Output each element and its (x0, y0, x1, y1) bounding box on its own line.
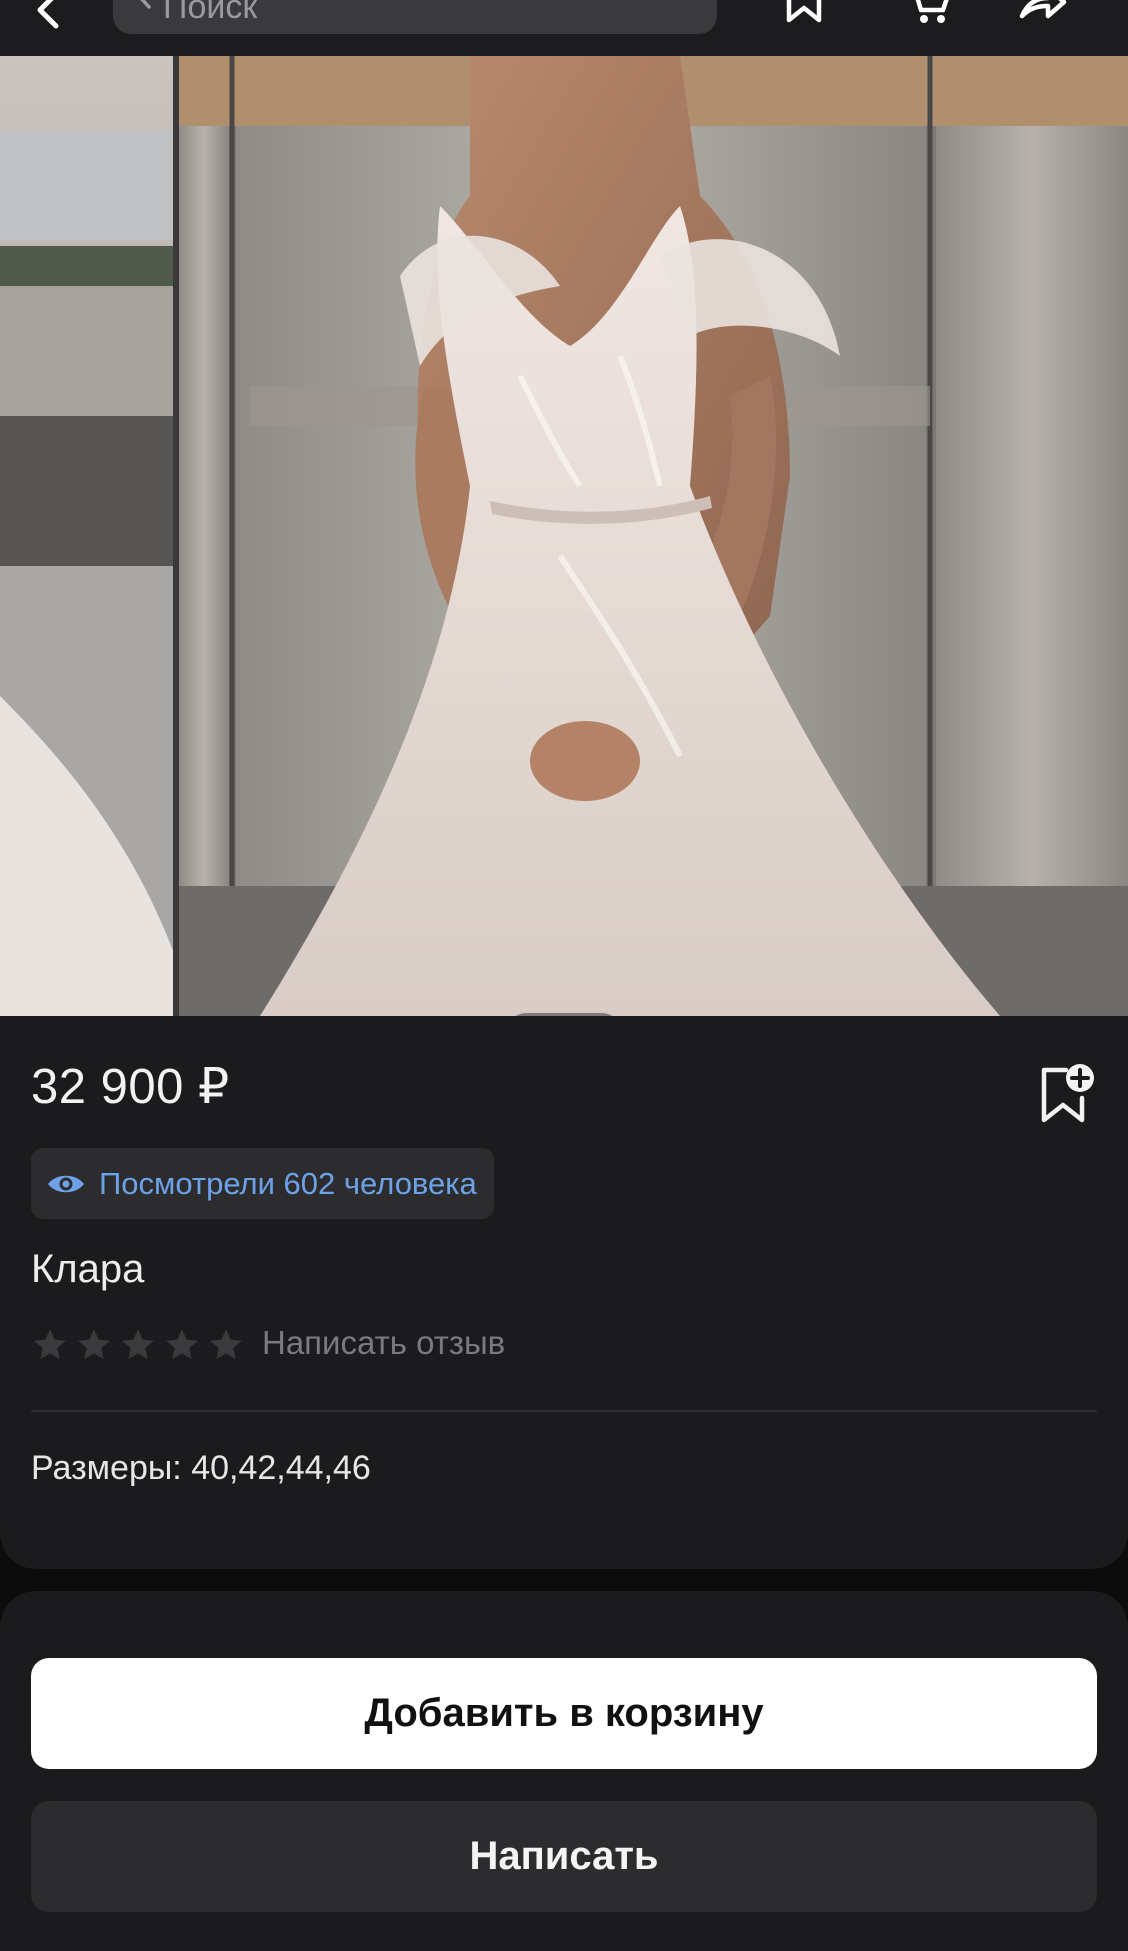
back-arrow-icon[interactable] (26, 0, 70, 32)
top-bar: Поиск (0, 0, 1128, 56)
views-badge: Посмотрели 602 человека (31, 1148, 494, 1219)
write-message-button[interactable]: Написать (31, 1801, 1097, 1912)
product-sizes: Размеры: 40,42,44,46 (31, 1449, 371, 1487)
write-review-link[interactable]: Написать отзыв (262, 1324, 505, 1362)
star-icon[interactable] (119, 1326, 157, 1364)
bookmark-icon[interactable] (779, 0, 829, 26)
search-input[interactable]: Поиск (113, 0, 717, 34)
photo-gallery[interactable] (0, 56, 1128, 1016)
add-to-cart-button[interactable]: Добавить в корзину (31, 1658, 1097, 1769)
star-icon[interactable] (31, 1326, 69, 1364)
eye-icon (48, 1175, 84, 1192)
share-icon[interactable] (1018, 0, 1068, 26)
star-icon[interactable] (207, 1326, 245, 1364)
rating-stars[interactable] (31, 1326, 245, 1364)
divider (31, 1410, 1097, 1412)
product-info-card: 32 900 ₽ Посмотрели 602 человека Клара Н… (0, 1016, 1128, 1569)
star-icon[interactable] (75, 1326, 113, 1364)
search-placeholder: Поиск (163, 0, 258, 26)
product-price: 32 900 ₽ (31, 1060, 230, 1114)
views-count-text: Посмотрели 602 человека (99, 1165, 477, 1201)
product-title: Клара (31, 1247, 145, 1291)
bookmark-add-icon[interactable] (1032, 1060, 1098, 1126)
product-photo (0, 56, 1128, 1016)
cart-icon[interactable] (903, 0, 953, 26)
chevron-left-icon (140, 0, 151, 9)
star-icon[interactable] (163, 1326, 201, 1364)
action-card: Добавить в корзину Написать (0, 1591, 1128, 1951)
